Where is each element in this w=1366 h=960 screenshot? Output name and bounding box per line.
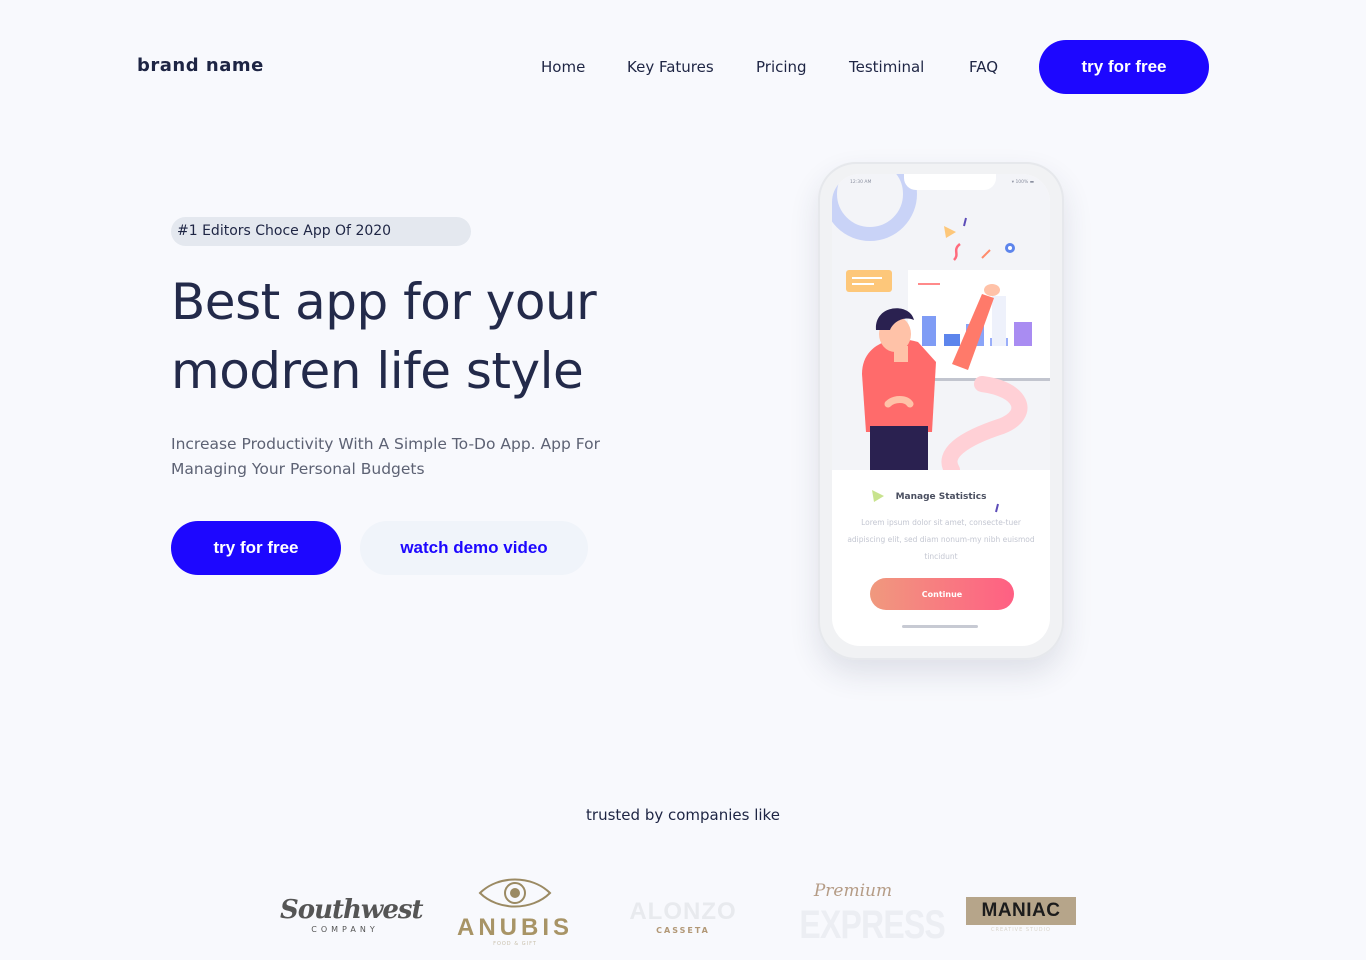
anubis-subtitle: FOOD & GIFT bbox=[493, 941, 537, 947]
phone-mockup: 12:30 AM ▾ 100% ▬ Manage Statistics Lore… bbox=[818, 162, 1064, 660]
status-icons: ▾ 100% ▬ bbox=[1011, 180, 1034, 185]
logo-southwest: Southwest COMPANY bbox=[280, 895, 424, 934]
nav-home[interactable]: Home bbox=[541, 58, 585, 76]
eye-icon bbox=[478, 878, 552, 908]
hero-try-free-button[interactable]: try for free bbox=[171, 521, 341, 575]
hero-title-line1: Best app for your bbox=[171, 273, 597, 331]
maniac-wordmark: MANIAC bbox=[966, 897, 1076, 925]
card-text: Lorem ipsum dolor sit amet, consecte-tue… bbox=[847, 518, 1035, 561]
alonzo-wordmark: ALONZO bbox=[629, 898, 737, 925]
hero-subtitle: Increase Productivity With A Simple To-D… bbox=[171, 435, 600, 478]
phone-continue-button[interactable]: Continue bbox=[870, 578, 1014, 610]
phone-notch bbox=[904, 174, 996, 190]
watch-demo-button[interactable]: watch demo video bbox=[360, 521, 588, 575]
phone-home-indicator bbox=[902, 625, 978, 628]
phone-screen: 12:30 AM ▾ 100% ▬ Manage Statistics Lore… bbox=[832, 174, 1050, 646]
southwest-wordmark: Southwest bbox=[280, 895, 424, 925]
nav-faq[interactable]: FAQ bbox=[969, 58, 998, 76]
logo-alonzo: ALONZO CASSETA bbox=[620, 898, 746, 935]
express-wordmark: EXPRESS bbox=[799, 903, 945, 947]
nav-key-features[interactable]: Key Fatures bbox=[627, 58, 714, 76]
nav-pricing[interactable]: Pricing bbox=[756, 58, 807, 76]
presenter-illustration bbox=[832, 174, 1050, 478]
phone-illustration-area: 12:30 AM ▾ 100% ▬ bbox=[832, 174, 1050, 478]
logo-maniac: MANIAC CREATIVE STUDIO bbox=[966, 897, 1076, 933]
anubis-wordmark: ANUBIS bbox=[456, 914, 573, 941]
alonzo-subtitle: CASSETA bbox=[656, 926, 710, 935]
header-try-free-button[interactable]: try for free bbox=[1039, 40, 1209, 94]
southwest-subtitle: COMPANY bbox=[311, 925, 379, 934]
status-time: 12:30 AM bbox=[850, 180, 872, 185]
maniac-subtitle: CREATIVE STUDIO bbox=[990, 927, 1051, 933]
logo-anubis: ANUBIS FOOD & GIFT bbox=[450, 875, 580, 947]
card-title: Manage Statistics bbox=[895, 492, 987, 502]
award-badge: #1 Editors Choce App Of 2020 bbox=[171, 217, 471, 246]
premium-script: Premium bbox=[813, 881, 893, 901]
brand-logo[interactable]: brand name bbox=[137, 55, 264, 76]
nav-testimonial[interactable]: Testiminal bbox=[849, 58, 924, 76]
hero-title: Best app for your modren life style bbox=[171, 268, 731, 406]
trusted-heading: trusted by companies like bbox=[586, 806, 780, 824]
hero-title-line2: modren life style bbox=[171, 342, 584, 400]
logo-premium-express: Premium EXPRESS bbox=[786, 880, 945, 948]
